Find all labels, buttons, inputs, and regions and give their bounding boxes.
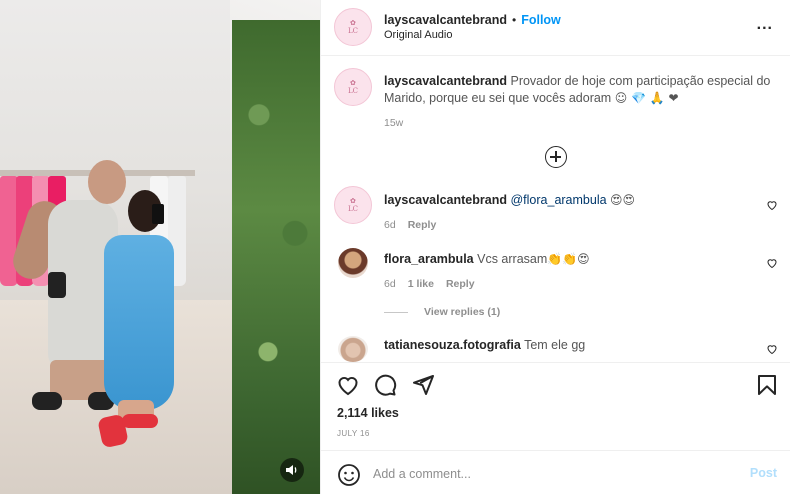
speaker-icon[interactable]	[280, 458, 304, 482]
post-caption: layscavalcantebrand Provador de hoje com…	[384, 73, 779, 107]
comment-emojis: 👏👏😍	[547, 252, 590, 266]
post-side-panel: ✿ LC layscavalcantebrand • Follow Original …	[320, 0, 790, 494]
caption-age[interactable]: 15w	[384, 117, 403, 129]
separator-bullet: •	[512, 13, 517, 27]
comment-username[interactable]: layscavalcantebrand	[384, 193, 507, 207]
comment-likes[interactable]: 1 like	[408, 278, 434, 290]
post-header: ✿ LC layscavalcantebrand • Follow Original …	[321, 0, 790, 56]
comment-age[interactable]: 6d	[384, 219, 396, 231]
comment-text: Tem ele gg	[524, 338, 586, 352]
plus-circle-icon[interactable]	[545, 146, 567, 168]
comment-mention[interactable]: @flora_arambula	[510, 193, 606, 207]
comment-2-meta: 6d 1 like Reply	[384, 278, 487, 290]
caption-username[interactable]: layscavalcantebrand	[384, 74, 507, 88]
heart-icon[interactable]	[336, 373, 360, 397]
action-bar	[321, 362, 790, 402]
caption-emojis: ☺ 💎 🙏 ❤	[614, 91, 679, 105]
comment-like-heart-icon[interactable]	[766, 199, 778, 211]
audio-label[interactable]: Original Audio	[384, 29, 453, 41]
share-icon[interactable]	[411, 373, 435, 397]
comment-input[interactable]	[373, 464, 723, 484]
more-icon[interactable]: ...	[757, 16, 773, 34]
comment-avatar[interactable]	[338, 248, 368, 278]
comment-like-heart-icon[interactable]	[766, 257, 778, 269]
comment-avatar[interactable]	[338, 336, 368, 362]
comment-1-meta: 6d Reply	[384, 219, 448, 231]
comment-icon[interactable]	[373, 373, 397, 397]
follow-button[interactable]: Follow	[521, 13, 561, 27]
comment-avatar[interactable]: ✿ LC	[334, 186, 372, 224]
post-comment-button[interactable]: Post	[750, 466, 777, 480]
reply-button[interactable]: Reply	[446, 278, 475, 290]
post-date[interactable]: JULY 16	[337, 429, 370, 438]
comment-username[interactable]: tatianesouza.fotografia	[384, 338, 521, 352]
add-comment-bar: Post	[321, 450, 790, 494]
comment-username[interactable]: flora_arambula	[384, 252, 474, 266]
instagram-post: ✿ LC layscavalcantebrand • Follow Original …	[0, 0, 790, 494]
post-video[interactable]	[0, 0, 320, 494]
comment-1: layscavalcantebrand @flora_arambula 😍😍	[384, 192, 635, 209]
caption-avatar[interactable]: ✿ LC	[334, 68, 372, 106]
comment-3: tatianesouza.fotografia Tem ele gg	[384, 337, 585, 354]
account-username[interactable]: layscavalcantebrand	[384, 13, 507, 27]
comment-like-heart-icon[interactable]	[766, 343, 778, 355]
comment-text: Vcs arrasam	[477, 252, 548, 266]
comment-age[interactable]: 6d	[384, 278, 396, 290]
view-replies-button[interactable]: View replies (1)	[384, 306, 500, 318]
reply-button[interactable]: Reply	[408, 219, 437, 231]
bookmark-icon[interactable]	[755, 373, 779, 397]
account-avatar[interactable]: ✿ LC	[334, 8, 372, 46]
comment-emojis: 😍😍	[610, 193, 636, 207]
emoji-icon[interactable]	[337, 463, 361, 487]
comment-2: flora_arambula Vcs arrasam👏👏😍	[384, 251, 590, 268]
likes-count[interactable]: 2,114 likes	[337, 406, 399, 420]
